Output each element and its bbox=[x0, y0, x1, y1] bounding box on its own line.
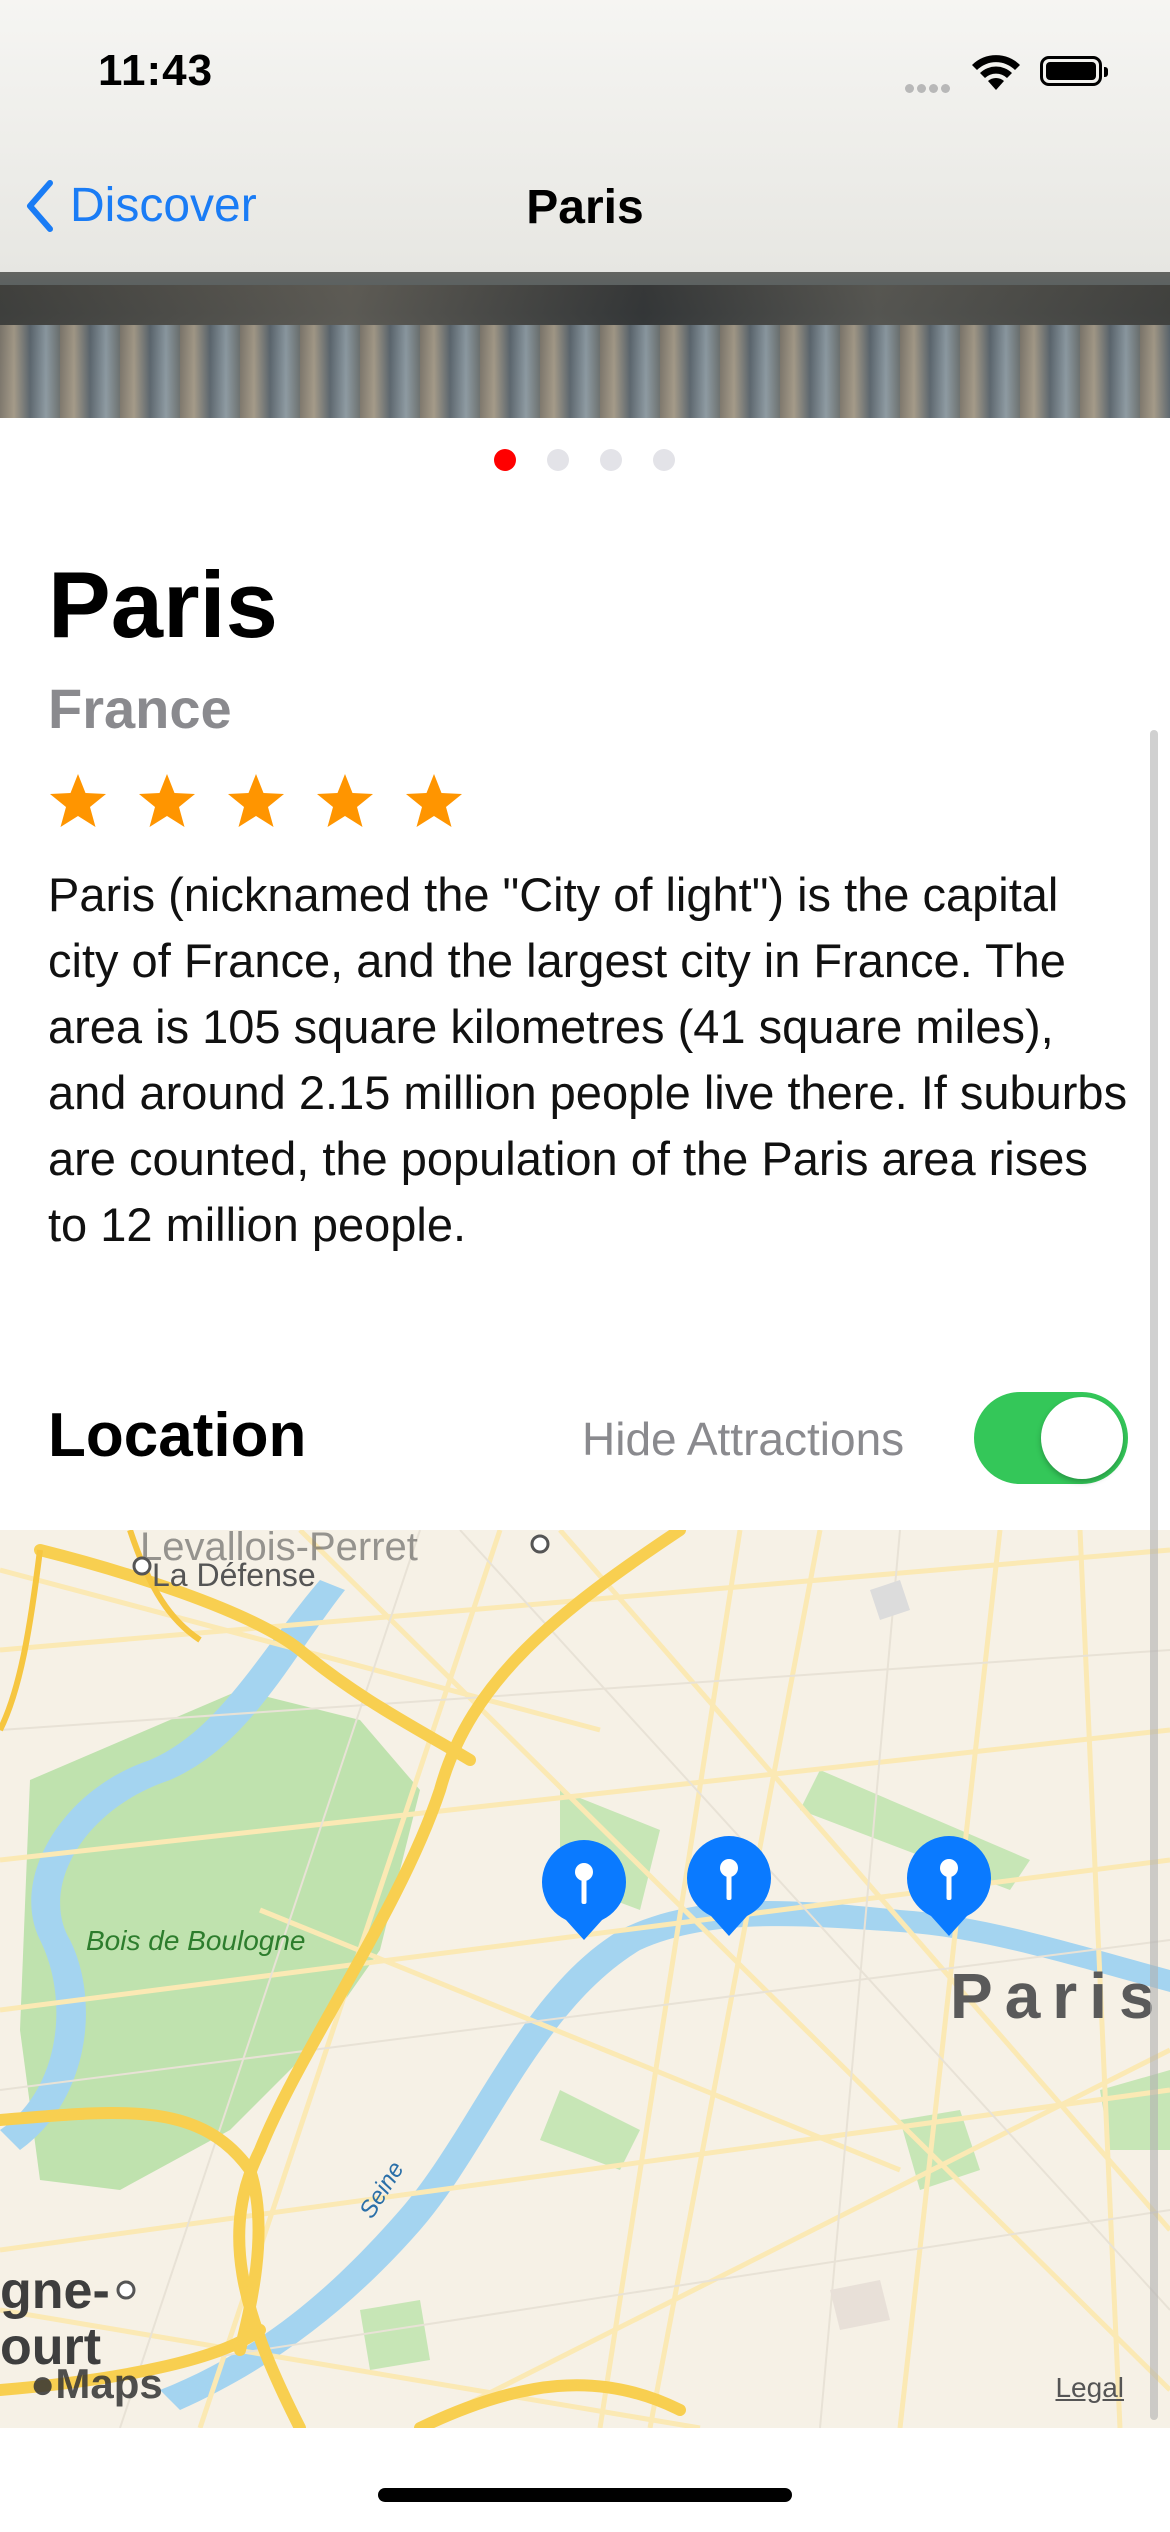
place-title: Paris bbox=[48, 552, 278, 657]
page-dot[interactable] bbox=[547, 449, 569, 471]
map-view[interactable]: Levallois-Perret La Défense Bois de Boul… bbox=[0, 1530, 1170, 2428]
map-label-boulogne: gne- bbox=[0, 2262, 110, 2320]
place-country: France bbox=[48, 677, 232, 740]
maps-logo: ●Maps bbox=[30, 2360, 163, 2407]
status-time: 11:43 bbox=[98, 46, 214, 95]
map-poi-marker bbox=[116, 2280, 136, 2300]
star-icon bbox=[406, 774, 462, 827]
star-icon bbox=[139, 774, 195, 827]
page-dot[interactable] bbox=[653, 449, 675, 471]
map-legal-link[interactable]: Legal bbox=[1055, 2372, 1124, 2404]
page-dot[interactable] bbox=[600, 449, 622, 471]
apple-icon: ● bbox=[30, 2360, 56, 2407]
rating-stars bbox=[48, 772, 493, 830]
hero-water bbox=[0, 325, 1170, 418]
hide-attractions-toggle[interactable] bbox=[974, 1392, 1128, 1484]
hero-boats bbox=[0, 285, 1170, 325]
map-poi-marker bbox=[530, 1534, 550, 1554]
park-area bbox=[540, 2090, 640, 2170]
park-area bbox=[360, 2300, 430, 2370]
map-label-bois-de-boulogne: Bois de Boulogne bbox=[86, 1925, 306, 1956]
location-heading: Location bbox=[48, 1401, 307, 1470]
star-icon bbox=[317, 774, 373, 827]
hide-attractions-label: Hide Attractions bbox=[582, 1413, 905, 1465]
map-label-la-defense: La Défense bbox=[152, 1557, 316, 1593]
page-dot[interactable] bbox=[494, 449, 516, 471]
map-label-paris: Paris bbox=[950, 1960, 1167, 2032]
star-icon bbox=[50, 774, 106, 827]
battery-icon bbox=[1040, 56, 1108, 86]
toggle-knob bbox=[1041, 1397, 1123, 1479]
scroll-indicator bbox=[1150, 730, 1158, 2420]
map-pin bbox=[542, 1840, 626, 1940]
navigation-bar: 11:43 Discover Paris bbox=[0, 0, 1170, 272]
nav-title: Paris bbox=[526, 181, 644, 234]
star-icon bbox=[228, 774, 284, 827]
home-indicator[interactable] bbox=[378, 2488, 792, 2502]
map-poi-marker bbox=[132, 1556, 152, 1576]
cellular-signal-icon bbox=[905, 80, 953, 98]
page-indicator[interactable] bbox=[494, 449, 706, 471]
wifi-icon bbox=[972, 55, 1020, 90]
place-description: Paris (nicknamed the "City of light") is… bbox=[48, 868, 1128, 1251]
map-canvas: Levallois-Perret La Défense Bois de Boul… bbox=[0, 1530, 1170, 2428]
